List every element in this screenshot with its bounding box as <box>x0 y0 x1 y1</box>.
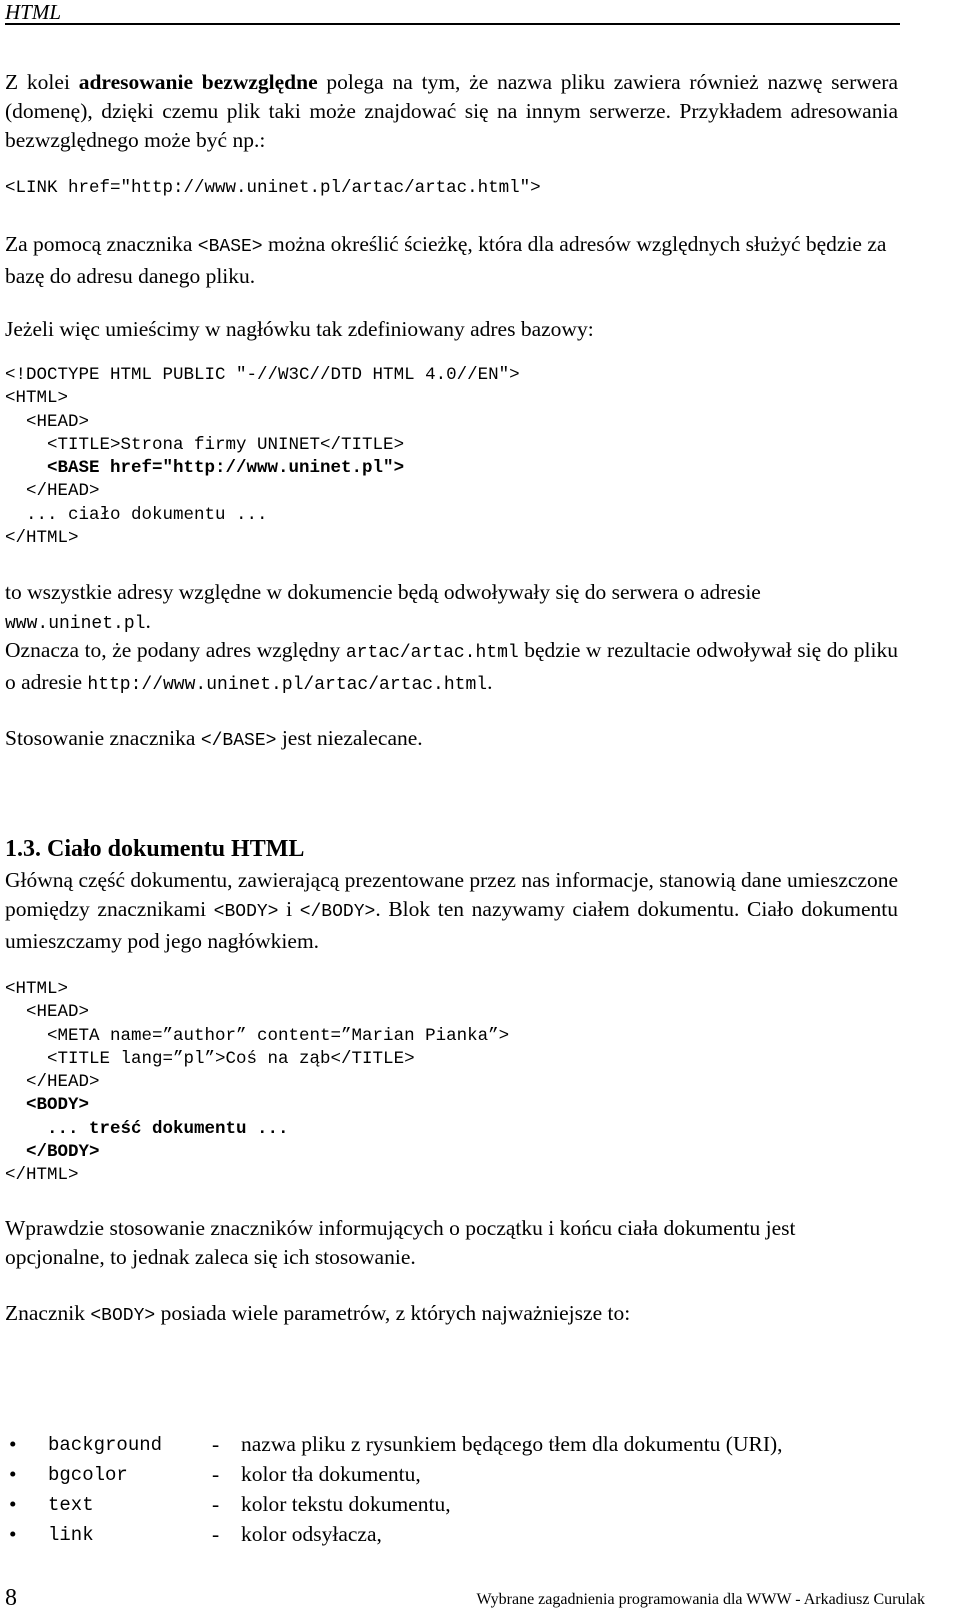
code-line: <HEAD> <box>5 1002 90 1023</box>
dash: - <box>212 1492 220 1516</box>
bullet-icon: • <box>9 1522 17 1546</box>
text: Za pomocą znacznika <box>5 232 198 256</box>
section-heading: 1.3. Ciało dokumentu HTML <box>5 836 305 862</box>
code-block-body-example: <HTML> <HEAD> <META name=”author” conten… <box>5 978 509 1188</box>
inline-code: http://www.uninet.pl/artac/artac.html <box>87 675 488 695</box>
param-name: link <box>48 1524 94 1546</box>
inline-code: artac/artac.html <box>345 643 519 663</box>
text: Z kolei <box>5 70 79 94</box>
running-header-title: HTML <box>5 0 62 24</box>
dash: - <box>212 1522 220 1546</box>
param-name: text <box>48 1494 94 1516</box>
text: Oznacza to, że podany adres względny <box>5 638 346 662</box>
inline-code: </BASE> <box>200 731 277 751</box>
param-description: kolor odsyłacza, <box>241 1522 382 1546</box>
text: to wszystkie adresy względne w dokumenci… <box>5 580 761 604</box>
text: . <box>487 670 493 694</box>
inline-code: </BODY> <box>299 902 376 922</box>
paragraph-relative-example: Oznacza to, że podany adres względny art… <box>5 636 898 700</box>
text: . <box>145 609 151 633</box>
code-line: <TITLE>Strona firmy UNINET</TITLE> <box>5 434 405 455</box>
footer-text: Wybrane zagadnienia programowania dla WW… <box>476 1591 926 1608</box>
dash: - <box>212 1462 220 1486</box>
code-line: </BODY> <box>5 1142 100 1163</box>
page-number: 8 <box>5 1585 17 1611</box>
text: jest niezalecane. <box>276 726 423 750</box>
inline-code: <BODY> <box>90 1306 156 1326</box>
bullet-icon: • <box>9 1432 17 1456</box>
paragraph-base-tag: Za pomocą znacznika <BASE> można określi… <box>5 230 898 291</box>
code-block-base-example: <!DOCTYPE HTML PUBLIC "-//W3C//DTD HTML … <box>5 364 520 550</box>
code-line: </HEAD> <box>5 481 100 502</box>
code-line: <BASE href="http://www.uninet.pl"> <box>5 458 405 479</box>
param-name: bgcolor <box>48 1464 128 1486</box>
paragraph-relative-result: to wszystkie adresy względne w dokumenci… <box>5 578 898 639</box>
code-line: ... ciało dokumentu ... <box>5 504 268 525</box>
paragraph-absolute-addressing: Z kolei adresowanie bezwzględne polega n… <box>5 68 898 155</box>
paragraph-body-params-intro: Znacznik <BODY> posiada wiele parametrów… <box>5 1299 898 1331</box>
code-line: ... treść dokumentu ... <box>5 1118 289 1139</box>
param-description: kolor tła dokumentu, <box>241 1462 421 1486</box>
code-line: </HEAD> <box>5 1072 100 1093</box>
header-rule <box>5 23 900 25</box>
paragraph-base-not-recommended: Stosowanie znacznika </BASE> jest niezal… <box>5 724 898 756</box>
code-line: <HTML> <box>5 979 69 999</box>
text: posiada wiele parametrów, z których najw… <box>155 1301 631 1325</box>
paragraph-body-optional: Wprawdzie stosowanie znaczników informuj… <box>5 1216 796 1269</box>
inline-code: www.uninet.pl <box>5 614 146 634</box>
dash: - <box>212 1432 220 1456</box>
code-line: <META name=”author” content=”Marian Pian… <box>5 1025 510 1046</box>
inline-code: <BASE> <box>197 237 263 257</box>
code-line: <HEAD> <box>5 411 90 432</box>
bullet-icon: • <box>9 1462 17 1486</box>
inline-code: <BODY> <box>213 902 279 922</box>
text: i <box>278 897 300 921</box>
bullet-icon: • <box>9 1492 17 1516</box>
paragraph-base-intro: Jeżeli więc umieścimy w nagłówku tak zde… <box>5 317 594 341</box>
param-description: nazwa pliku z rysunkiem będącego tłem dl… <box>241 1432 783 1456</box>
text: Stosowanie znacznika <box>5 726 201 750</box>
param-name: background <box>48 1434 163 1456</box>
bold-term: adresowanie bezwzględne <box>78 70 318 94</box>
param-description: kolor tekstu dokumentu, <box>241 1492 451 1516</box>
code-link-example: <LINK href="http://www.uninet.pl/artac/a… <box>5 178 541 198</box>
code-line: </HTML> <box>5 1165 79 1186</box>
code-line: </HTML> <box>5 528 79 549</box>
text: Znacznik <box>5 1301 91 1325</box>
code-line: <BODY> <box>5 1095 90 1116</box>
code-line: <!DOCTYPE HTML PUBLIC "-//W3C//DTD HTML … <box>5 365 520 385</box>
paragraph-body-intro: Główną część dokumentu, zawierającą prez… <box>5 866 898 956</box>
code-line: <TITLE lang=”pl”>Coś na ząb</TITLE> <box>5 1048 415 1069</box>
code-line: <HTML> <box>5 388 69 409</box>
